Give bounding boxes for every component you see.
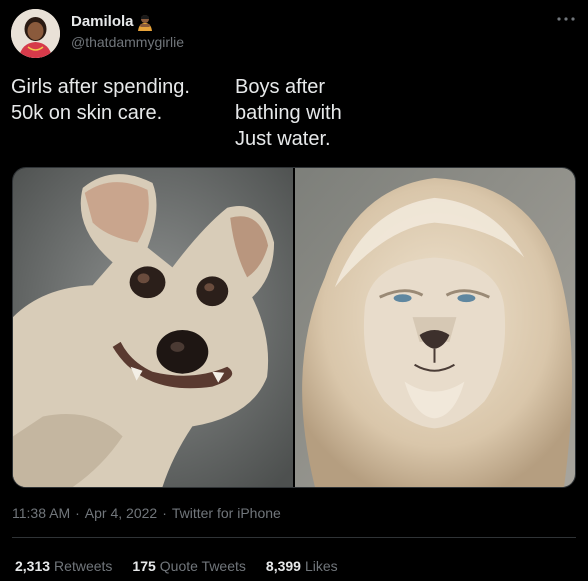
quote-tweets-label: Quote Tweets <box>159 558 246 574</box>
more-horizontal-icon <box>557 17 575 21</box>
lion-photo-image <box>295 168 575 487</box>
meta-separator-dot: · <box>162 505 167 521</box>
tweet-header: Damilola @thatdammygirlie <box>0 0 588 70</box>
tweet-text-left: Girls after spending. 50k on skin care. <box>11 76 190 124</box>
quote-tweets-count: 175 <box>132 558 156 574</box>
retweets-count: 2,313 <box>15 558 51 574</box>
tweet-media[interactable] <box>12 167 576 488</box>
tweet-time[interactable]: 11:38 AM <box>12 505 70 522</box>
retweets-stat[interactable]: 2,313 Retweets <box>15 558 112 575</box>
tweet-stats: 2,313 Retweets 175 Quote Tweets 8,399 Li… <box>15 558 338 575</box>
likes-stat[interactable]: 8,399 Likes <box>266 558 338 575</box>
meta-separator-dot: · <box>75 505 80 521</box>
media-photo-dog[interactable] <box>13 168 293 487</box>
avatar[interactable] <box>11 9 60 58</box>
person-bowing-emoji-icon <box>136 13 154 31</box>
dog-photo-image <box>13 168 293 487</box>
retweets-label: Retweets <box>54 558 113 574</box>
tweet-date[interactable]: Apr 4, 2022 <box>85 505 157 522</box>
tweet-text-right: Boys after bathing with Just water. <box>235 76 342 150</box>
name-row: Damilola <box>71 13 154 31</box>
more-options-button[interactable] <box>553 8 579 30</box>
quote-tweets-stat[interactable]: 175 Quote Tweets <box>132 558 246 575</box>
media-photo-lion[interactable] <box>295 168 575 487</box>
tweet-source[interactable]: Twitter for iPhone <box>172 505 281 522</box>
tweet-metadata: 11:38 AM · Apr 4, 2022 · Twitter for iPh… <box>12 505 281 522</box>
user-handle[interactable]: @thatdammygirlie <box>71 34 184 51</box>
likes-label: Likes <box>304 558 338 574</box>
divider <box>12 537 576 538</box>
avatar-image <box>11 9 60 58</box>
display-name[interactable]: Damilola <box>71 13 134 31</box>
likes-count: 8,399 <box>265 558 301 574</box>
